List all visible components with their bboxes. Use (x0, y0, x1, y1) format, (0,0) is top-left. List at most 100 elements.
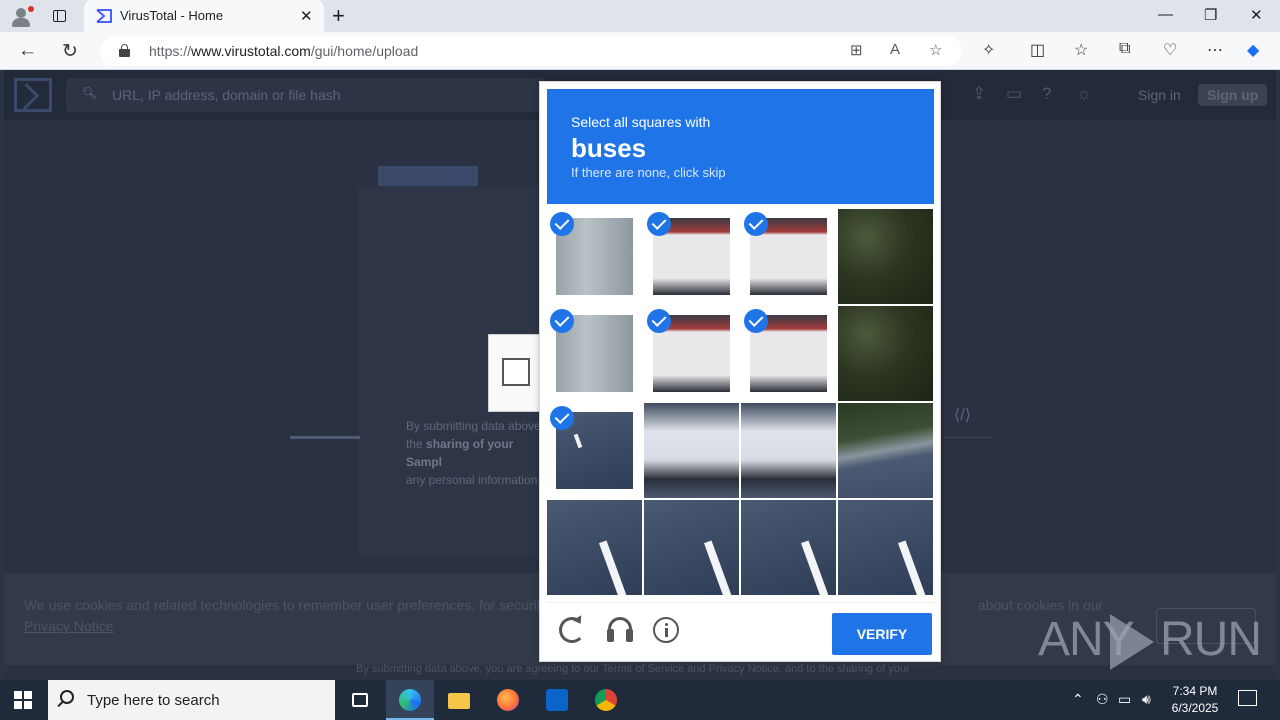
vt-search-placeholder: URL, IP address, domain or file hash (112, 87, 341, 103)
captcha-tile[interactable] (741, 500, 836, 595)
more-menu-icon[interactable]: ⋯ (1207, 40, 1223, 60)
captcha-tile[interactable] (838, 306, 933, 401)
captcha-tile[interactable] (547, 209, 642, 304)
favorite-star-icon[interactable]: ☆ (929, 41, 942, 59)
read-aloud-icon[interactable]: A (890, 41, 900, 58)
captcha-footer: VERIFY (547, 602, 934, 656)
taskbar: Type here to search ⌃ ⚇ ▭ 🔊︎ 7:34 PM 6/3… (0, 680, 1280, 720)
vt-search-input[interactable]: 🔍︎ URL, IP address, domain or file hash (66, 78, 546, 112)
captcha-tile[interactable] (547, 500, 642, 595)
selected-check-icon (550, 406, 574, 430)
address-toolbar: ← ↻ https://www.virustotal.com/gui/home/… (0, 32, 1280, 70)
taskbar-clock[interactable]: 7:34 PM 6/3/2025 (1170, 683, 1220, 717)
restore-icon[interactable]: ❐ (1204, 6, 1217, 24)
captcha-tile[interactable] (838, 500, 933, 595)
prompt-instruction: Select all squares with (571, 114, 711, 130)
selected-check-icon (550, 212, 574, 236)
info-icon[interactable] (653, 617, 679, 643)
prompt-skip-hint: If there are none, click skip (571, 165, 726, 180)
captcha-tile[interactable] (741, 209, 836, 304)
captcha-tile[interactable] (741, 403, 836, 498)
search-icon: 🔍︎ (82, 86, 98, 100)
selected-check-icon (550, 309, 574, 333)
firefox-icon[interactable] (484, 680, 532, 720)
theme-toggle-icon[interactable]: ☼ (1076, 84, 1092, 104)
prompt-target: buses (571, 133, 647, 163)
favorites-icon[interactable]: ☆ (1074, 40, 1088, 60)
url-text: https://www.virustotal.com/gui/home/uplo… (149, 43, 419, 59)
minimize-icon[interactable]: — (1158, 6, 1173, 23)
tray-chevron-icon[interactable]: ⌃ (1072, 691, 1084, 708)
captcha-tile[interactable] (644, 500, 739, 595)
new-tab-icon[interactable]: + (332, 3, 345, 29)
captcha-checkbox[interactable] (502, 358, 530, 386)
captcha-tile-image (741, 403, 836, 498)
help-icon[interactable]: ? (1042, 84, 1051, 104)
captcha-tile-image (644, 500, 739, 595)
captcha-tile-image (741, 500, 836, 595)
anyrun-watermark: ANY RUN (1038, 610, 1262, 670)
sign-in-link[interactable]: Sign in (1138, 87, 1181, 103)
url-bar[interactable]: https://www.virustotal.com/gui/home/uplo… (100, 36, 962, 66)
captcha-tile-image (838, 306, 933, 401)
outlook-icon[interactable] (533, 680, 581, 720)
tab-virustotal[interactable]: VirusTotal - Home ✕ (84, 0, 324, 32)
lock-icon[interactable] (119, 44, 130, 57)
vt-divider (944, 437, 992, 438)
captcha-prompt: Select all squares with buses If there a… (547, 89, 934, 204)
file-explorer-icon[interactable] (435, 680, 483, 720)
selected-check-icon (744, 309, 768, 333)
app-available-icon[interactable]: ⊞ (850, 41, 863, 59)
captcha-tile-image (838, 500, 933, 595)
api-code-icon[interactable]: ⟨/⟩ (954, 405, 971, 425)
volume-icon[interactable]: 🔊︎ (1142, 691, 1151, 708)
browser-essentials-icon[interactable]: ♡ (1163, 40, 1177, 60)
chrome-icon[interactable] (582, 680, 630, 720)
sign-up-button[interactable]: Sign up (1198, 84, 1268, 106)
chat-icon[interactable]: ▭ (1006, 84, 1022, 104)
device-icon[interactable]: ⚇ (1096, 691, 1109, 708)
captcha-tile-image (547, 500, 642, 595)
captcha-tile[interactable] (741, 306, 836, 401)
search-icon (60, 690, 74, 704)
refresh-challenge-icon[interactable] (559, 617, 585, 643)
virustotal-favicon-icon (96, 9, 112, 23)
vt-bottom-notice: By submitting data above, you are agreei… (356, 663, 910, 675)
windows-start-icon[interactable] (14, 691, 32, 709)
captcha-image-grid (547, 209, 934, 596)
captcha-tile-image (838, 403, 933, 498)
captcha-tile[interactable] (644, 306, 739, 401)
upload-icon[interactable]: ⇪ (972, 84, 986, 104)
captcha-tile[interactable] (547, 306, 642, 401)
task-view-icon[interactable] (336, 680, 384, 720)
back-icon[interactable]: ← (18, 40, 37, 62)
window-close-icon[interactable]: ✕ (1250, 6, 1263, 24)
network-icon[interactable]: ▭ (1118, 691, 1131, 708)
captcha-tile[interactable] (547, 403, 642, 498)
tab-actions-icon[interactable] (50, 8, 70, 24)
captcha-tile[interactable] (644, 403, 739, 498)
extensions-icon[interactable]: ✧ (982, 40, 995, 60)
verify-button[interactable]: VERIFY (832, 613, 932, 655)
collections-icon[interactable]: ⧉ (1119, 40, 1130, 58)
vt-tab-underline (290, 436, 360, 439)
tab-bar: VirusTotal - Home ✕ + — ❐ ✕ (0, 0, 1280, 32)
copilot-icon[interactable]: ◆ (1247, 40, 1259, 60)
captcha-tile[interactable] (838, 403, 933, 498)
selected-check-icon (744, 212, 768, 236)
virustotal-logo-icon[interactable] (12, 78, 52, 112)
profile-icon[interactable] (8, 4, 34, 28)
vt-submit-notice: By submitting data above, the sharing of… (406, 419, 545, 487)
notification-icon[interactable] (1238, 690, 1257, 706)
privacy-notice-link[interactable]: Privacy Notice (24, 618, 113, 634)
captcha-tile-image (644, 403, 739, 498)
refresh-icon[interactable]: ↻ (62, 40, 78, 63)
tab-title: VirusTotal - Home (120, 8, 224, 23)
split-screen-icon[interactable]: ◫ (1030, 40, 1045, 60)
captcha-tile[interactable] (644, 209, 739, 304)
tab-close-icon[interactable]: ✕ (300, 7, 313, 25)
audio-challenge-icon[interactable] (607, 617, 633, 643)
taskbar-search-input[interactable]: Type here to search (48, 680, 335, 720)
captcha-tile[interactable] (838, 209, 933, 304)
edge-taskbar-icon[interactable] (386, 680, 434, 720)
